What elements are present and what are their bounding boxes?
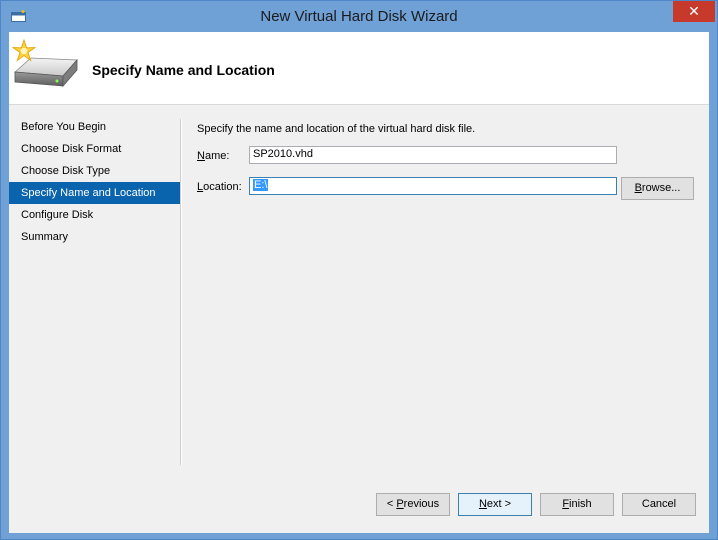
window-title: New Virtual Hard Disk Wizard (260, 8, 458, 25)
location-label-text: ocation: (203, 181, 242, 193)
next-mnemonic: N (478, 498, 487, 510)
next-button[interactable]: Next > (458, 493, 532, 516)
next-label: ext > (486, 498, 512, 510)
wizard-step-list: Before You Begin Choose Disk Format Choo… (9, 116, 180, 248)
nav-item-specify-name-and-location[interactable]: Specify Name and Location (9, 182, 180, 204)
previous-label: revious (403, 498, 440, 510)
wizard-client-area: Specify Name and Location Before You Beg… (9, 32, 709, 533)
previous-button[interactable]: < Previous (376, 493, 450, 516)
wizard-header: Specify Name and Location (9, 32, 709, 105)
close-button[interactable]: ✕ (673, 1, 715, 22)
name-label-text: ame: (204, 150, 230, 162)
location-input[interactable]: E:\ (249, 177, 617, 195)
nav-item-choose-disk-type[interactable]: Choose Disk Type (9, 160, 180, 182)
name-label-mnemonic: N (197, 150, 205, 162)
nav-item-choose-disk-format[interactable]: Choose Disk Format (9, 138, 180, 160)
cancel-button[interactable]: Cancel (622, 493, 696, 516)
previous-prefix: < (386, 498, 397, 510)
step-list-divider (180, 119, 182, 465)
nav-item-configure-disk[interactable]: Configure Disk (9, 204, 180, 226)
browse-mnemonic: B (634, 182, 642, 194)
browse-button[interactable]: Browse... (621, 177, 694, 200)
location-input-value: E:\ (253, 179, 269, 191)
page-title: Specify Name and Location (92, 62, 275, 78)
hard-disk-sparkle-icon (11, 38, 78, 88)
location-label: Location: (197, 181, 242, 193)
step-description: Specify the name and location of the vir… (197, 123, 476, 135)
nav-item-before-you-begin[interactable]: Before You Begin (9, 116, 180, 138)
name-input-value: SP2010.vhd (253, 148, 313, 160)
finish-button[interactable]: Finish (540, 493, 614, 516)
name-label: Name: (197, 150, 229, 162)
browse-label: rowse... (641, 182, 681, 194)
wizard-window: New Virtual Hard Disk Wizard ✕ Specify N… (0, 0, 718, 540)
title-bar[interactable]: New Virtual Hard Disk Wizard ✕ (1, 1, 717, 32)
previous-mnemonic: P (396, 498, 404, 510)
finish-label: inish (569, 498, 592, 510)
name-input[interactable]: SP2010.vhd (249, 146, 617, 164)
nav-item-summary[interactable]: Summary (9, 226, 180, 248)
